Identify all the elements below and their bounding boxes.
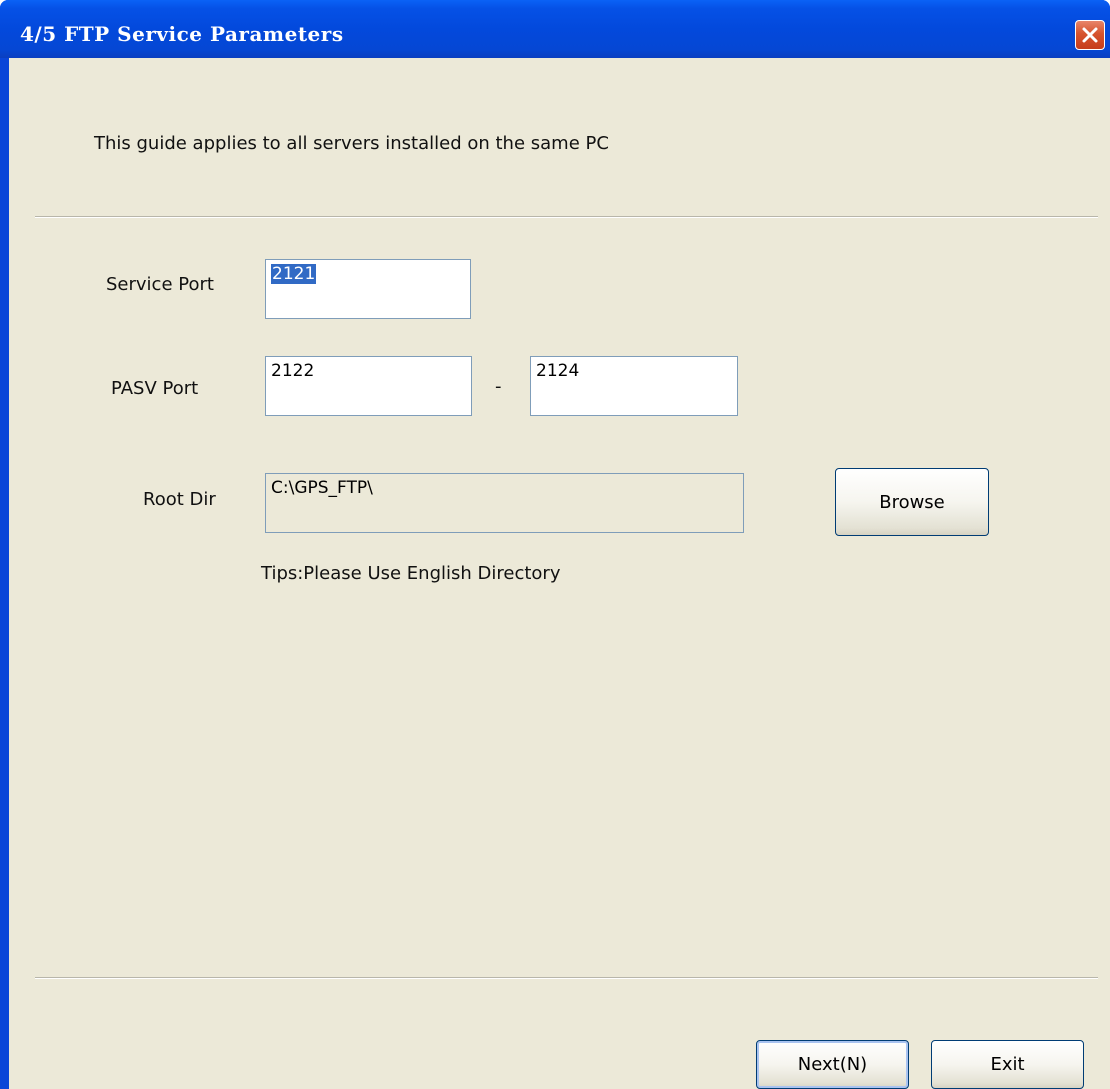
setup-wizard-window: 4/5 FTP Service Parameters This guide ap… [0,0,1110,1089]
service-port-value: 2121 [271,264,317,284]
pasv-port-from-value: 2122 [271,361,315,381]
pasv-port-to-input[interactable]: 2124 [530,356,738,416]
window-title: 4/5 FTP Service Parameters [20,22,344,46]
browse-button[interactable]: Browse [835,468,989,536]
root-dir-input[interactable]: C:\GPS_FTP\ [265,473,744,533]
pasv-port-separator: - [495,376,502,397]
next-button[interactable]: Next(N) [756,1040,909,1089]
service-port-input[interactable]: 2121 [265,259,471,319]
pasv-port-from-input[interactable]: 2122 [265,356,472,416]
root-dir-value: C:\GPS_FTP\ [271,478,373,498]
dialog-body: This guide applies to all servers instal… [9,58,1110,1089]
root-dir-label: Root Dir [143,489,216,510]
intro-text: This guide applies to all servers instal… [94,133,609,154]
service-port-label: Service Port [106,274,214,295]
pasv-port-to-value: 2124 [536,361,580,381]
pasv-port-label: PASV Port [111,378,199,399]
bottom-separator [35,977,1098,979]
close-button[interactable] [1075,20,1105,50]
top-separator [35,216,1098,218]
tips-text: Tips:Please Use English Directory [261,563,561,584]
close-icon [1082,27,1098,43]
title-bar[interactable]: 4/5 FTP Service Parameters [0,0,1110,58]
exit-button[interactable]: Exit [931,1040,1084,1089]
